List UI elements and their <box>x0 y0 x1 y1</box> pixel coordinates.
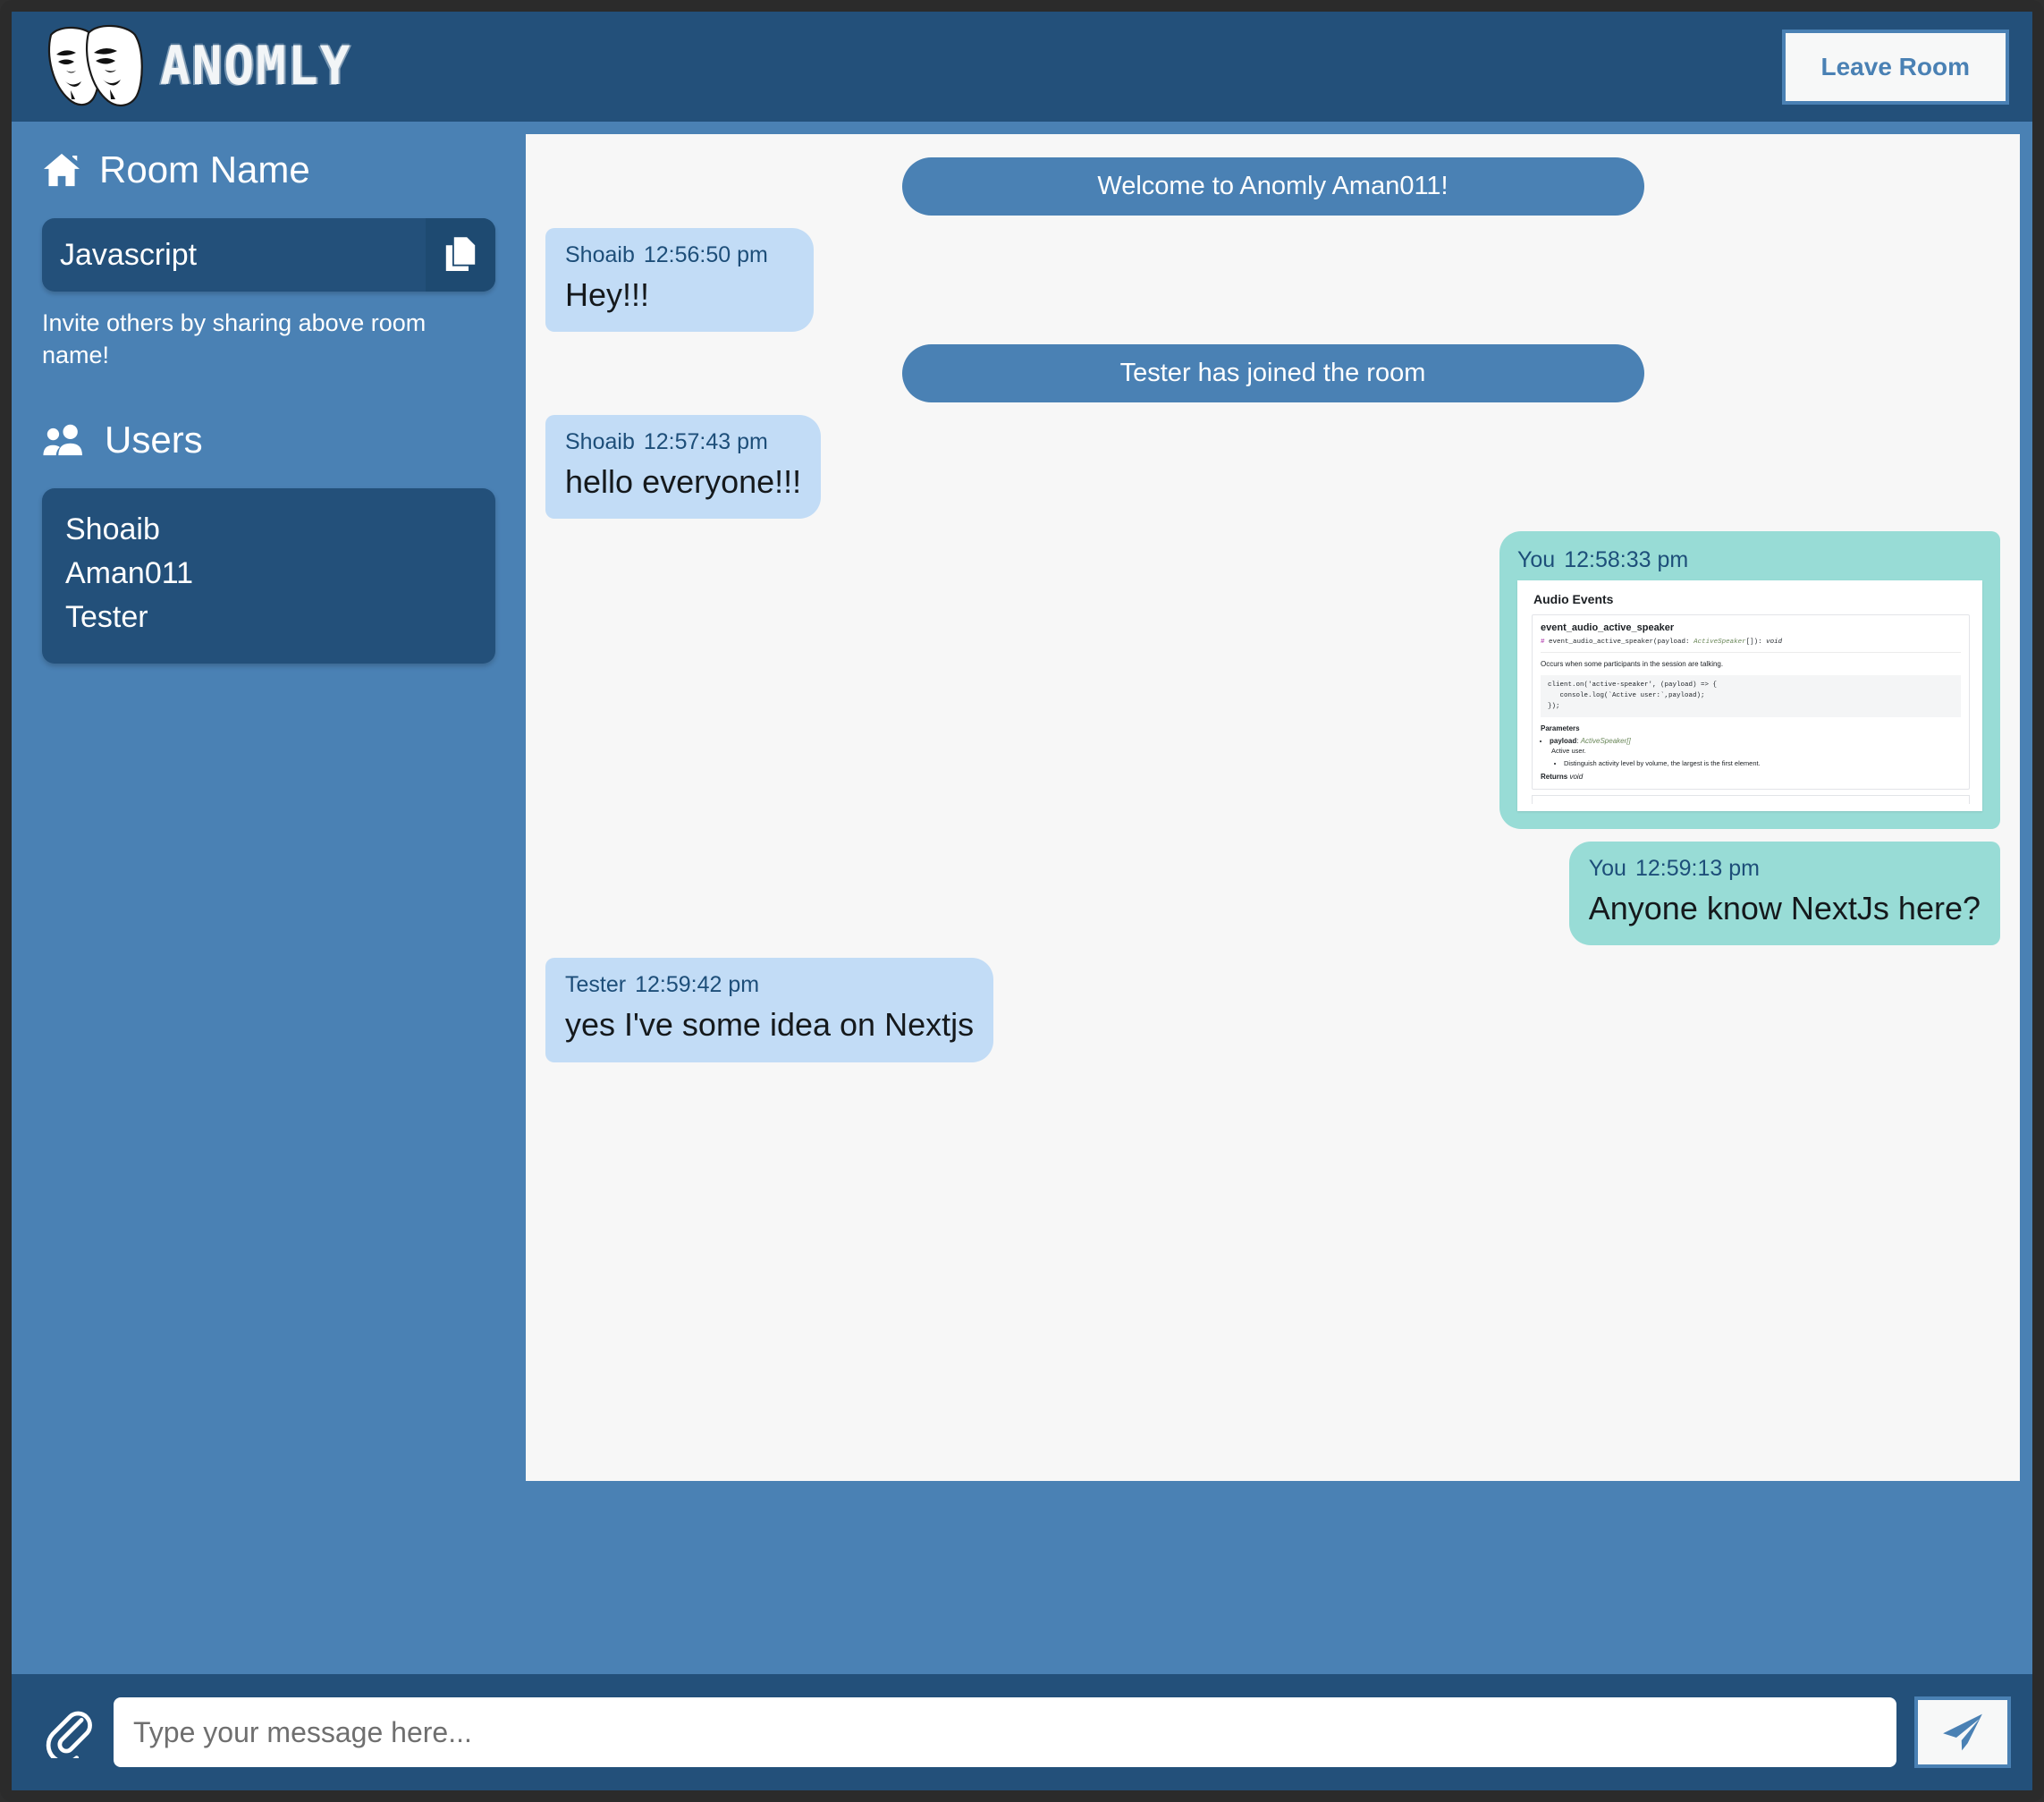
doc-returns-label: Returns <box>1541 773 1568 782</box>
message-text: Anyone know NextJs here? <box>1588 890 1981 927</box>
incoming-message: Shoaib 12:56:50 pm Hey!!! <box>545 228 814 333</box>
doc-returns-value: void <box>1569 773 1584 782</box>
message-author: You <box>1517 547 1556 573</box>
room-name-heading: Room Name <box>42 148 495 191</box>
message-row: You 12:58:33 pm Audio Events event_audio_… <box>526 531 2020 830</box>
message-text: Hey!!! <box>565 276 650 313</box>
message-time: 12:59:13 pm <box>1634 856 1760 882</box>
room-name-value: Javascript <box>60 237 198 272</box>
system-message: Tester has joined the room <box>901 344 1644 403</box>
doc-title: Audio Events <box>1533 592 1614 607</box>
doc-signature-return: void <box>1766 639 1783 647</box>
app-header: ANOMLY Leave Room <box>12 12 2032 122</box>
message-meta: You 12:58:33 pm <box>1517 547 1982 573</box>
message-row: Tester 12:59:42 pm yes I've some idea on … <box>526 958 2020 1062</box>
message-meta: You 12:59:13 pm <box>1589 856 1981 882</box>
outgoing-image-message: You 12:58:33 pm Audio Events event_audio_… <box>1499 531 2000 830</box>
message-author: Tester <box>565 972 627 998</box>
guy-fawkes-masks-logo-icon <box>47 24 143 106</box>
outgoing-message: You 12:59:13 pm Anyone know NextJs here? <box>1568 842 2000 946</box>
message-author: Shoaib <box>565 242 635 267</box>
message-row: Tester has joined the room <box>526 344 2020 403</box>
doc-param-name: payload <box>1550 737 1577 746</box>
paperclip-icon <box>46 1711 92 1758</box>
doc-signature-name: event_audio_active_speaker(payload: <box>1549 639 1690 647</box>
system-message: Welcome to Anomly Aman011! <box>901 157 1644 216</box>
list-item[interactable]: Aman011 <box>65 552 472 596</box>
attach-file-button[interactable] <box>42 1706 96 1758</box>
brand-name: ANOMLY <box>160 36 352 97</box>
copy-room-name-button[interactable] <box>426 218 495 292</box>
invite-note: Invite others by sharing above room name… <box>42 309 427 368</box>
app-window: ANOMLY Leave Room Room Name Javascript I… <box>0 0 2044 1802</box>
doc-signature: # event_audio_active_speaker(payload: Ac… <box>1541 639 1961 654</box>
message-row: Shoaib 12:57:43 pm hello everyone!!! <box>526 415 2020 520</box>
message-text: hello everyone!!! <box>565 463 802 501</box>
message-list[interactable]: Welcome to Anomly Aman011! Shoaib 12:56:5… <box>526 134 2020 1481</box>
copy-icon <box>445 237 476 271</box>
incoming-message: Tester 12:59:42 pm yes I've some idea on … <box>545 958 994 1062</box>
leave-room-button[interactable]: Leave Room <box>1781 29 2009 105</box>
message-time: 12:56:50 pm <box>643 242 768 267</box>
message-author: You <box>1588 856 1626 882</box>
message-author: Shoaib <box>565 429 635 455</box>
message-composer <box>12 1674 2032 1790</box>
doc-signature-hash: # <box>1541 639 1545 647</box>
doc-parameters-label: Parameters <box>1541 724 1580 733</box>
doc-next-card-edge <box>1532 795 1970 805</box>
doc-returns: Returns void <box>1541 773 1961 781</box>
doc-section-name: event_audio_active_speaker <box>1541 622 1675 634</box>
incoming-message: Shoaib 12:57:43 pm hello everyone!!! <box>545 415 822 520</box>
message-meta: Shoaib 12:57:43 pm <box>565 429 801 455</box>
users-list: Shoaib Aman011 Tester <box>42 487 495 664</box>
message-input[interactable] <box>114 1697 1896 1767</box>
message-row: Shoaib 12:56:50 pm Hey!!! <box>526 228 2020 333</box>
message-time: 12:57:43 pm <box>643 429 768 455</box>
room-name-field[interactable]: Javascript <box>42 218 495 292</box>
room-name-heading-label: Room Name <box>99 148 310 190</box>
message-row: You 12:59:13 pm Anyone know NextJs here? <box>526 842 2020 946</box>
doc-signature-type: ActiveSpeaker <box>1693 639 1746 647</box>
paper-plane-icon <box>1943 1713 1982 1751</box>
doc-signature-brackets: []): <box>1745 639 1762 647</box>
message-text: yes I've some idea on Nextjs <box>565 1006 975 1044</box>
home-icon <box>44 153 80 187</box>
users-heading-label: Users <box>105 418 203 461</box>
attached-image[interactable]: Audio Events event_audio_active_speaker … <box>1517 580 1982 812</box>
doc-param-desc: Active user. <box>1551 747 1586 756</box>
message-meta: Tester 12:59:42 pm <box>565 972 974 998</box>
doc-description: Occurs when some participants in the ses… <box>1541 660 1724 669</box>
message-time: 12:58:33 pm <box>1564 547 1689 573</box>
list-item[interactable]: Tester <box>65 596 472 639</box>
brand: ANOMLY <box>38 21 351 114</box>
send-message-button[interactable] <box>1914 1696 2011 1768</box>
list-item[interactable]: Shoaib <box>65 508 472 552</box>
users-heading: Users <box>42 419 495 461</box>
doc-code-block: client.on('active-speaker', (payload) =>… <box>1541 675 1961 718</box>
chat-wrap: Welcome to Anomly Aman011! Shoaib 12:56:5… <box>526 122 2032 1674</box>
doc-param: payload: ActiveSpeaker[] <box>1550 737 1961 745</box>
message-row: Welcome to Anomly Aman011! <box>526 157 2020 216</box>
message-time: 12:59:42 pm <box>635 972 760 998</box>
users-icon <box>43 424 82 455</box>
body-area: Room Name Javascript Invite others by sh… <box>12 122 2032 1674</box>
doc-param-note: Distinguish activity level by volume, th… <box>1564 759 1961 767</box>
doc-param-type: ActiveSpeaker[] <box>1580 737 1631 746</box>
doc-card: event_audio_active_speaker # event_audio… <box>1532 614 1970 791</box>
sidebar: Room Name Javascript Invite others by sh… <box>12 122 526 1674</box>
message-meta: Shoaib 12:56:50 pm <box>565 242 794 268</box>
